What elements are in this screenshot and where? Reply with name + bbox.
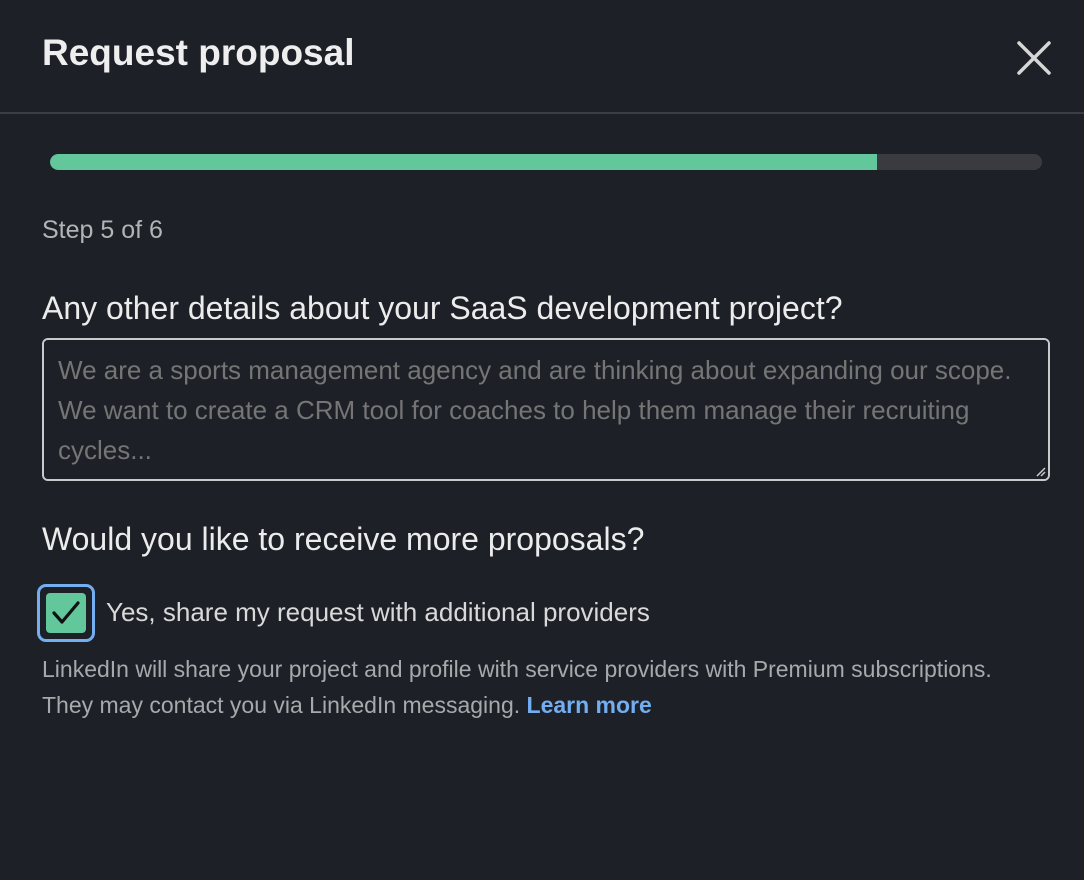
dialog-title: Request proposal bbox=[42, 32, 355, 73]
checkbox-box bbox=[46, 593, 86, 633]
step-indicator: Step 5 of 6 bbox=[42, 216, 163, 244]
close-icon bbox=[1017, 41, 1051, 75]
help-text: LinkedIn will share your project and pro… bbox=[42, 656, 992, 718]
details-question: Any other details about your SaaS develo… bbox=[42, 290, 843, 326]
share-help-text: LinkedIn will share your project and pro… bbox=[42, 651, 1002, 723]
proposals-question: Would you like to receive more proposals… bbox=[42, 521, 645, 557]
close-button[interactable] bbox=[1014, 38, 1054, 78]
share-request-label[interactable]: Yes, share my request with additional pr… bbox=[106, 597, 650, 628]
progress-fill bbox=[50, 154, 877, 170]
details-textarea[interactable] bbox=[42, 338, 1050, 481]
learn-more-link[interactable]: Learn more bbox=[527, 692, 652, 718]
resize-handle-icon[interactable] bbox=[1034, 465, 1046, 477]
checkmark-icon bbox=[52, 601, 80, 624]
share-request-checkbox[interactable] bbox=[37, 584, 95, 642]
progress-bar bbox=[50, 154, 1042, 170]
dialog-header: Request proposal bbox=[0, 0, 1084, 114]
